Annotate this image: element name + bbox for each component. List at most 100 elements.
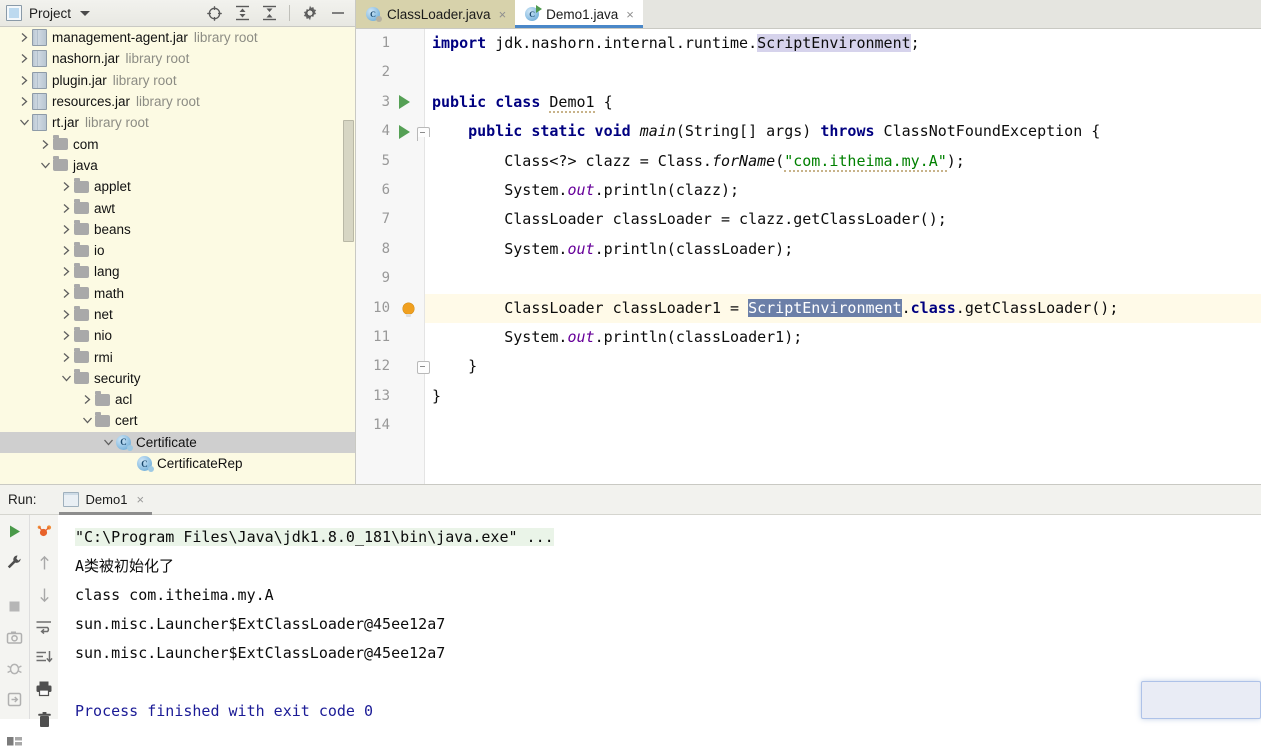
close-icon[interactable]: ×	[136, 492, 144, 507]
tree-expander-icon[interactable]	[37, 136, 53, 152]
code-line[interactable]: import jdk.nashorn.internal.runtime.Scri…	[425, 29, 1261, 58]
expand-all-icon[interactable]	[235, 5, 250, 21]
debug-bug-icon[interactable]	[6, 660, 23, 680]
tree-item-applet[interactable]: applet	[0, 176, 356, 197]
camera-snapshot-icon[interactable]	[6, 629, 23, 649]
tree-item-cert[interactable]: cert	[0, 410, 356, 431]
minimize-icon[interactable]	[330, 5, 346, 21]
notification-popup[interactable]	[1141, 681, 1261, 719]
tree-item-nashorn-jar[interactable]: nashorn.jar library root	[0, 48, 356, 69]
intention-bulb-icon[interactable]	[396, 294, 420, 323]
tree-expander-icon[interactable]	[58, 221, 74, 237]
tree-expander-icon[interactable]	[16, 94, 32, 110]
tree-expander-icon[interactable]	[79, 392, 95, 408]
rerun-tests-icon[interactable]	[36, 523, 53, 543]
tree-item-management-agent-jar[interactable]: management-agent.jar library root	[0, 27, 356, 48]
tree-expander-icon[interactable]	[100, 434, 116, 450]
close-icon[interactable]: ×	[499, 8, 507, 21]
code-line[interactable]	[425, 411, 1261, 440]
chevron-down-icon[interactable]	[80, 10, 91, 16]
close-icon[interactable]: ×	[626, 8, 634, 21]
tree-item-plugin-jar[interactable]: plugin.jar library root	[0, 70, 356, 91]
tree-expander-icon[interactable]	[16, 115, 32, 131]
tree-expander-icon[interactable]	[58, 264, 74, 280]
code-editor[interactable]: 1 2 3 4 5 6 7 8 9 10 11 12 13 14 import jdk.nashorn.i…	[356, 29, 1261, 484]
tree-item-certificate[interactable]: C Certificate	[0, 431, 356, 453]
settings-gear-icon[interactable]	[302, 5, 318, 21]
print-icon[interactable]	[35, 680, 53, 700]
rerun-play-icon[interactable]	[6, 523, 23, 543]
tree-expander-icon[interactable]	[121, 456, 137, 472]
run-tab-label: Demo1	[85, 492, 128, 507]
tree-expander-icon[interactable]	[16, 72, 32, 88]
project-tree-scrollbar[interactable]	[343, 120, 354, 242]
code-line[interactable]: System.out.println(classLoader);	[425, 235, 1261, 264]
tree-expander-icon[interactable]	[58, 200, 74, 216]
run-tool-window: Run: Demo1 × "C:\Program Files\Java\jdk1…	[0, 484, 1261, 746]
tree-item-acl[interactable]: acl	[0, 389, 356, 410]
locate-icon[interactable]	[206, 5, 223, 22]
export-icon[interactable]	[6, 691, 23, 711]
tree-item-rt-jar[interactable]: rt.jar library root	[0, 112, 356, 133]
collapse-all-icon[interactable]	[262, 5, 277, 21]
tree-item-label: rt.jar	[52, 115, 79, 131]
code-line[interactable]: System.out.println(clazz);	[425, 176, 1261, 205]
console-output[interactable]: "C:\Program Files\Java\jdk1.8.0_181\bin\…	[59, 515, 1261, 719]
scroll-to-end-icon[interactable]	[35, 649, 53, 669]
project-window-icon	[6, 5, 22, 21]
tree-item-lang[interactable]: lang	[0, 261, 356, 282]
up-arrow-icon[interactable]	[36, 554, 53, 575]
editor-tab-demo1-java[interactable]: C Demo1.java ×	[515, 0, 643, 28]
tree-item-label: cert	[115, 413, 138, 429]
tree-expander-icon[interactable]	[16, 30, 32, 46]
tree-item-net[interactable]: net	[0, 304, 356, 325]
tree-expander-icon[interactable]	[58, 349, 74, 365]
code-line[interactable]	[425, 264, 1261, 293]
tree-item-rmi[interactable]: rmi	[0, 346, 356, 367]
code-line[interactable]: Class<?> clazz = Class.forName("com.ithe…	[425, 147, 1261, 176]
code-line-current[interactable]: ClassLoader classLoader1 = ScriptEnviron…	[425, 293, 1261, 323]
editor-tab-classloader-java[interactable]: C ClassLoader.java ×	[356, 0, 516, 28]
run-gutter-icon[interactable]	[392, 88, 416, 117]
tree-expander-icon[interactable]	[58, 285, 74, 301]
tree-item-certificaterep[interactable]: C CertificateRep	[0, 453, 356, 474]
tree-item-awt[interactable]: awt	[0, 197, 356, 218]
down-arrow-icon[interactable]	[36, 586, 53, 607]
tree-item-com[interactable]: com	[0, 133, 356, 154]
project-tree[interactable]: management-agent.jar library root nashorn.…	[0, 27, 356, 484]
tree-expander-icon[interactable]	[58, 307, 74, 323]
soft-wrap-icon[interactable]	[35, 618, 53, 638]
code-line[interactable]: }	[425, 382, 1261, 411]
run-tab-demo1[interactable]: Demo1 ×	[55, 485, 153, 515]
code-line[interactable]: ClassLoader classLoader = clazz.getClass…	[425, 205, 1261, 234]
tree-item-nio[interactable]: nio	[0, 325, 356, 346]
code-line[interactable]: public static void main(String[] args) t…	[425, 117, 1261, 146]
run-panel-body: "C:\Program Files\Java\jdk1.8.0_181\bin\…	[0, 515, 1261, 746]
tree-expander-icon[interactable]	[16, 51, 32, 67]
settings-wrench-icon[interactable]	[6, 554, 23, 574]
tree-expander-icon[interactable]	[58, 328, 74, 344]
editor-gutter[interactable]: 1 2 3 4 5 6 7 8 9 10 11 12 13 14	[356, 29, 430, 484]
tree-item-resources-jar[interactable]: resources.jar library root	[0, 91, 356, 112]
tree-item-security[interactable]: security	[0, 368, 356, 389]
run-gutter-icon[interactable]	[392, 117, 416, 146]
tree-item-io[interactable]: io	[0, 240, 356, 261]
tree-expander-icon[interactable]	[58, 179, 74, 195]
tree-item-java[interactable]: java	[0, 155, 356, 176]
trash-icon[interactable]	[36, 711, 53, 732]
console-line: sun.misc.Launcher$ExtClassLoader@45ee12a…	[75, 615, 446, 633]
code-line[interactable]: System.out.println(classLoader1);	[425, 323, 1261, 352]
code-text-area[interactable]: import jdk.nashorn.internal.runtime.Scri…	[425, 29, 1261, 484]
tree-expander-icon[interactable]	[58, 243, 74, 259]
stop-icon[interactable]	[6, 598, 23, 618]
tree-item-math[interactable]: math	[0, 283, 356, 304]
code-line[interactable]	[425, 58, 1261, 87]
code-line[interactable]: public class Demo1 {	[425, 88, 1261, 117]
layout-icon[interactable]	[6, 735, 23, 751]
code-line[interactable]: }	[425, 352, 1261, 381]
tree-expander-icon[interactable]	[37, 157, 53, 173]
tree-item-beans[interactable]: beans	[0, 219, 356, 240]
tree-expander-icon[interactable]	[79, 413, 95, 429]
tree-expander-icon[interactable]	[58, 370, 74, 386]
jar-icon	[32, 114, 47, 132]
